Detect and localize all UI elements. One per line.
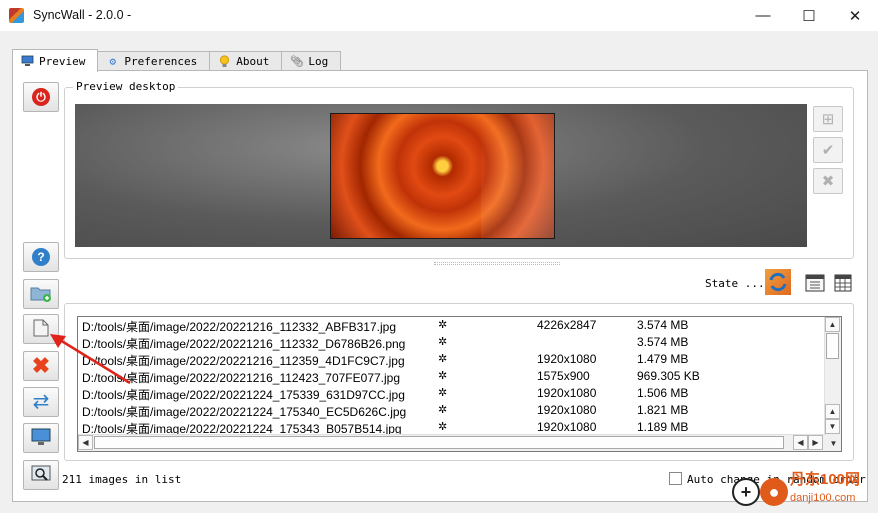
close-icon: ✖ (821, 173, 835, 190)
help-button[interactable]: ? (23, 242, 59, 272)
wallpaper-thumbnail[interactable] (330, 113, 555, 239)
file-resolution: 1920x1080 (537, 403, 597, 417)
star-icon: ✲ (438, 387, 448, 399)
plus-icon: + (732, 478, 760, 506)
sync-state-icon[interactable] (765, 269, 791, 295)
add-folder-button[interactable] (23, 279, 59, 309)
image-count-text: 211 images in list (62, 473, 182, 486)
scroll-down-button[interactable]: ▼ (826, 436, 841, 451)
view-image-icon (31, 465, 51, 486)
remove-button[interactable]: ✖ (813, 168, 843, 194)
scroll-up-button[interactable]: ▲ (825, 404, 840, 419)
add-monitor-button[interactable]: ⊞ (813, 106, 843, 132)
tab-preview[interactable]: Preview (12, 49, 99, 72)
state-label: State ... (705, 277, 765, 290)
file-size: 1.821 MB (637, 403, 689, 417)
view-image-button[interactable] (23, 460, 59, 490)
file-resolution: 1920x1080 (537, 386, 597, 400)
preview-canvas (75, 104, 807, 247)
preview-desktop-title: Preview desktop (73, 80, 179, 93)
scroll-right-button[interactable]: ▶ (808, 435, 823, 450)
tab-bar: Preview ⚙ Preferences About 📎︎ Log (12, 49, 342, 72)
star-icon: ✲ (438, 370, 448, 382)
tab-about[interactable]: About (209, 51, 283, 71)
file-path: D:/tools/桌面/image/2022/20221224_175339_6… (82, 388, 405, 402)
set-wallpaper-button[interactable] (23, 423, 59, 453)
tab-label: Log (308, 55, 329, 68)
scroll-down-button[interactable]: ▼ (825, 419, 840, 434)
tab-label: Preferences (124, 55, 198, 68)
delete-button[interactable]: ✖ (23, 351, 59, 381)
file-path: D:/tools/桌面/image/2022/20221216_112332_D… (82, 337, 406, 351)
record-icon: ● (760, 478, 788, 506)
refresh-icon: ⇄ (32, 391, 50, 413)
confirm-button[interactable]: ✔ (813, 137, 843, 163)
splitter-handle[interactable] (434, 262, 560, 265)
tab-label: Preview (39, 54, 86, 68)
watermark-url: danji100.com (790, 492, 856, 504)
file-resolution: 1575x900 (537, 369, 590, 383)
add-file-icon (31, 318, 51, 341)
tab-label: About (236, 55, 270, 68)
tab-log[interactable]: 📎︎ Log (281, 51, 342, 71)
file-path: D:/tools/桌面/image/2022/20221216_112423_7… (82, 371, 401, 385)
star-icon: ✲ (438, 336, 448, 348)
file-size: 1.479 MB (637, 352, 689, 366)
tab-preferences[interactable]: ⚙ Preferences (97, 51, 211, 71)
plus-icon: ⊞ (821, 111, 835, 128)
scroll-left-button[interactable]: ◀ (793, 435, 808, 450)
help-icon: ? (32, 248, 50, 266)
file-path: D:/tools/桌面/image/2022/20221224_175340_E… (82, 405, 407, 419)
power-button[interactable]: ⏻ (23, 82, 59, 112)
scroll-left-button[interactable]: ◀ (78, 435, 93, 450)
maximize-button[interactable]: ☐ (786, 0, 832, 31)
watermark-logo: + ● 丹东100网 danji100.com (732, 468, 878, 513)
file-size: 969.305 KB (637, 369, 700, 383)
scroll-up-button[interactable]: ▲ (825, 317, 840, 332)
watermark-text: 丹东100网 (790, 471, 861, 488)
gear-icon: ⚙ (109, 55, 117, 68)
refresh-button[interactable]: ⇄ (23, 387, 59, 417)
vertical-scroll-thumb[interactable] (826, 333, 839, 359)
close-window-button[interactable]: ✕ (832, 0, 878, 31)
file-size: 3.574 MB (637, 335, 689, 349)
add-folder-icon (30, 284, 52, 305)
vertical-scrollbar[interactable]: ▲ ▲ ▼ (824, 317, 841, 436)
horizontal-scroll-thumb[interactable] (94, 436, 784, 449)
star-icon: ✲ (438, 353, 448, 365)
title-bar: SyncWall - 2.0.0 - — ☐ ✕ (0, 0, 878, 31)
minimize-button[interactable]: — (740, 0, 786, 31)
paperclip-icon: 📎︎ (289, 55, 304, 68)
delete-icon: ✖ (31, 353, 51, 378)
add-file-button[interactable] (23, 314, 59, 344)
window-title: SyncWall - 2.0.0 - (33, 8, 132, 22)
lightbulb-icon (218, 55, 231, 68)
file-list[interactable]: D:/tools/桌面/image/2022/20221216_112332_A… (77, 316, 842, 452)
file-size: 3.574 MB (637, 318, 689, 332)
table-icon[interactable] (830, 270, 856, 296)
power-icon: ⏻ (32, 88, 50, 106)
file-path: D:/tools/桌面/image/2022/20221216_112359_4… (82, 354, 405, 368)
file-size: 1.506 MB (637, 386, 689, 400)
horizontal-scrollbar[interactable]: ◀ ◀ ▶ (78, 434, 826, 451)
star-icon: ✲ (438, 319, 448, 331)
file-resolution: 4226x2847 (537, 318, 597, 332)
file-size: 1.189 MB (637, 420, 689, 434)
star-icon: ✲ (438, 421, 448, 433)
file-path: D:/tools/桌面/image/2022/20221216_112332_A… (82, 320, 396, 334)
check-icon: ✔ (821, 142, 835, 159)
monitor-icon (21, 55, 34, 68)
file-resolution: 1920x1080 (537, 420, 597, 434)
auto-change-checkbox[interactable] (669, 472, 682, 485)
calendar-icon[interactable] (802, 270, 828, 296)
set-wallpaper-icon (31, 428, 51, 449)
app-icon (9, 8, 24, 23)
star-icon: ✲ (438, 404, 448, 416)
file-resolution: 1920x1080 (537, 352, 597, 366)
